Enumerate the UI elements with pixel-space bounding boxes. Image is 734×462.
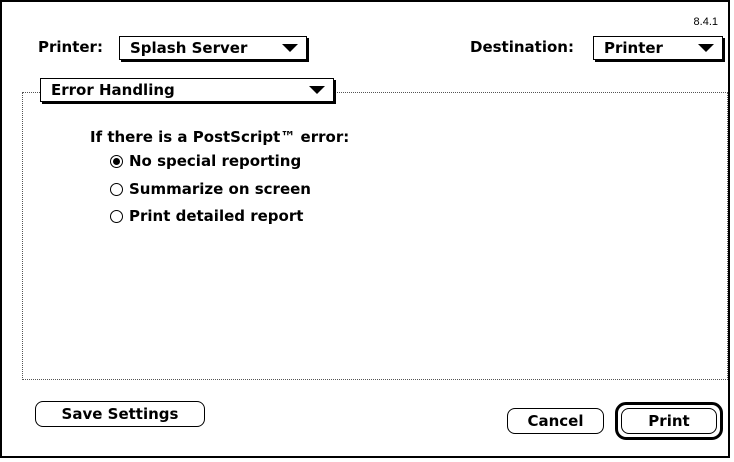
radio-button-icon bbox=[110, 209, 123, 223]
printer-popup[interactable]: Splash Server bbox=[119, 36, 307, 60]
radio-summarize-on-screen[interactable]: Summarize on screen bbox=[110, 180, 311, 198]
radio-button-icon bbox=[110, 154, 123, 168]
print-button[interactable]: Print bbox=[621, 408, 717, 434]
printer-label: Printer: bbox=[38, 38, 103, 56]
cancel-button[interactable]: Cancel bbox=[507, 408, 604, 434]
radio-label: Summarize on screen bbox=[129, 180, 311, 198]
panel-popup-value: Error Handling bbox=[51, 81, 175, 99]
destination-popup-value: Printer bbox=[604, 39, 663, 57]
print-dialog: 8.4.1 Printer: Splash Server Destination… bbox=[0, 0, 730, 458]
radio-no-special-reporting[interactable]: No special reporting bbox=[110, 152, 301, 170]
version-label: 8.4.1 bbox=[693, 16, 718, 28]
radio-label: Print detailed report bbox=[129, 207, 304, 225]
destination-label: Destination: bbox=[470, 38, 574, 56]
destination-popup[interactable]: Printer bbox=[593, 36, 723, 60]
chevron-down-icon bbox=[309, 86, 325, 94]
radio-button-icon bbox=[110, 182, 123, 196]
error-heading: If there is a PostScript™ error: bbox=[90, 128, 350, 146]
printer-popup-value: Splash Server bbox=[130, 39, 248, 57]
chevron-down-icon bbox=[698, 44, 714, 52]
chevron-down-icon bbox=[282, 44, 298, 52]
panel-popup[interactable]: Error Handling bbox=[40, 78, 334, 102]
radio-print-detailed-report[interactable]: Print detailed report bbox=[110, 207, 303, 225]
radio-label: No special reporting bbox=[129, 152, 302, 170]
save-settings-button[interactable]: Save Settings bbox=[35, 401, 205, 427]
